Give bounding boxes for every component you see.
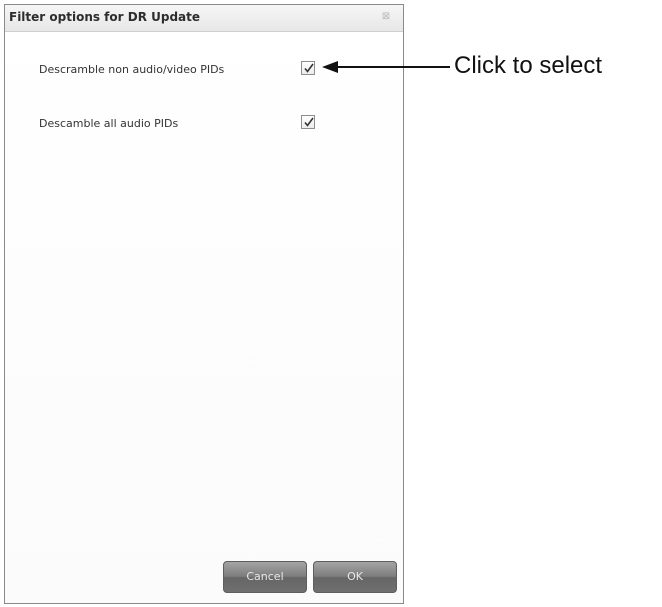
option-label-non-av-pids: Descramble non audio/video PIDs <box>39 63 225 76</box>
left-arrow-icon <box>322 61 450 73</box>
option-label-audio-pids: Descamble all audio PIDs <box>39 117 179 130</box>
dialog-titlebar: Filter options for DR Update ⊠ <box>5 5 403 32</box>
annotation-text: Click to select <box>454 52 603 79</box>
close-icon[interactable]: ⊠ <box>381 12 391 22</box>
option-row-audio-pids: Descamble all audio PIDs <box>39 115 339 133</box>
ok-button[interactable]: OK <box>313 561 397 593</box>
cancel-button[interactable]: Cancel <box>223 561 307 593</box>
screenshot-stage: Filter options for DR Update ⊠ Descrambl… <box>0 0 662 607</box>
checkbox-audio-pids[interactable] <box>301 115 315 129</box>
checkmark-icon <box>304 117 314 127</box>
option-row-non-av-pids: Descramble non audio/video PIDs <box>39 61 339 79</box>
checkmark-icon <box>304 63 314 73</box>
checkbox-non-av-pids[interactable] <box>301 61 315 75</box>
annotation-callout: Click to select <box>322 52 662 82</box>
filter-options-dialog: Filter options for DR Update ⊠ Descrambl… <box>4 4 404 604</box>
dialog-title: Filter options for DR Update <box>9 10 201 24</box>
